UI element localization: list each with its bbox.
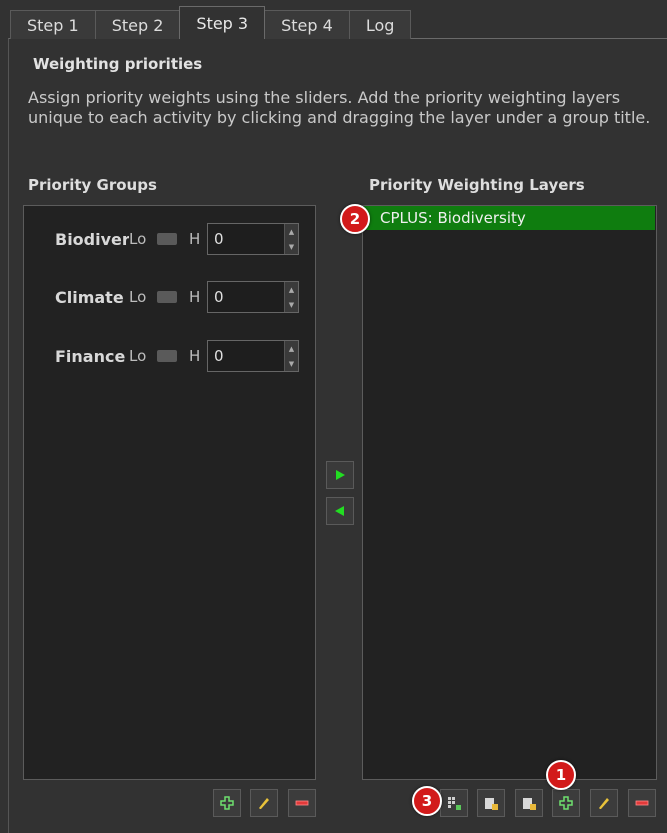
add-group-button[interactable] [213, 789, 241, 817]
spin-arrows[interactable]: ▲ ▼ [284, 282, 298, 312]
annotation-badge-1: 1 [546, 760, 576, 790]
annotation-badge-2: 2 [340, 204, 370, 234]
group-name: Finance [55, 346, 126, 366]
section-description: Assign priority weights using the slider… [28, 88, 651, 127]
layer-import-icon [485, 798, 498, 810]
tab-log[interactable]: Log [348, 10, 412, 39]
priority-group-row: Climate Lo H 0 ▲ ▼ [30, 281, 299, 313]
pencil-icon [599, 798, 609, 809]
add-icon [220, 796, 234, 810]
move-left-button[interactable] [326, 497, 354, 525]
weight-value: 0 [214, 288, 224, 306]
layer-item-selected[interactable]: CPLUS: Biodiversity [364, 206, 655, 230]
remove-layer-button[interactable] [628, 789, 656, 817]
tab-step-4[interactable]: Step 4 [264, 10, 350, 39]
tab-bar: Step 1 Step 2 Step 3 Step 4 Log [10, 6, 412, 39]
edit-group-button[interactable] [250, 789, 278, 817]
add-layer-button[interactable] [552, 789, 580, 817]
high-label: H [189, 230, 201, 248]
layer-export-icon [523, 798, 536, 810]
weight-value: 0 [214, 230, 224, 248]
priority-groups-title: Priority Groups [28, 176, 157, 194]
spin-arrows[interactable]: ▲ ▼ [284, 224, 298, 254]
green-right-arrow-icon [336, 470, 345, 480]
group-name: Biodiver [55, 229, 129, 249]
tab-step-2[interactable]: Step 2 [94, 10, 181, 39]
layer-tool-button-3[interactable] [515, 789, 543, 817]
add-icon [559, 796, 573, 810]
edit-layer-button[interactable] [590, 789, 618, 817]
section-title: Weighting priorities [33, 55, 203, 73]
annotation-badge-3: 3 [412, 786, 442, 816]
remove-icon [635, 800, 649, 806]
priority-group-row: Finance Lo H 0 ▲ ▼ [30, 340, 299, 372]
weight-slider[interactable] [157, 350, 177, 362]
tab-step-1[interactable]: Step 1 [10, 10, 96, 39]
tab-step-3[interactable]: Step 3 [179, 6, 266, 39]
spin-down-icon[interactable]: ▼ [285, 297, 298, 312]
spin-down-icon[interactable]: ▼ [285, 239, 298, 254]
grid-add-icon [448, 797, 461, 810]
layer-tool-button-1[interactable] [440, 789, 468, 817]
low-label: Lo [129, 347, 147, 365]
group-name: Climate [55, 287, 124, 307]
layer-tool-button-2[interactable] [477, 789, 505, 817]
spin-up-icon[interactable]: ▲ [285, 224, 298, 239]
high-label: H [189, 288, 201, 306]
priority-layers-list[interactable] [362, 205, 657, 780]
green-left-arrow-icon [335, 506, 344, 516]
low-label: Lo [129, 288, 147, 306]
weight-spinbox[interactable]: 0 ▲ ▼ [207, 281, 299, 313]
high-label: H [189, 347, 201, 365]
weight-spinbox[interactable]: 0 ▲ ▼ [207, 340, 299, 372]
weight-value: 0 [214, 347, 224, 365]
remove-icon [295, 800, 309, 806]
spin-up-icon[interactable]: ▲ [285, 282, 298, 297]
weight-slider[interactable] [157, 233, 177, 245]
priority-layers-title: Priority Weighting Layers [369, 176, 585, 194]
low-label: Lo [129, 230, 147, 248]
remove-group-button[interactable] [288, 789, 316, 817]
weight-slider[interactable] [157, 291, 177, 303]
weight-spinbox[interactable]: 0 ▲ ▼ [207, 223, 299, 255]
priority-group-row: Biodiver Lo H 0 ▲ ▼ [30, 223, 299, 255]
spin-up-icon[interactable]: ▲ [285, 341, 298, 356]
move-right-button[interactable] [326, 461, 354, 489]
pencil-icon [259, 798, 269, 809]
spin-arrows[interactable]: ▲ ▼ [284, 341, 298, 371]
spin-down-icon[interactable]: ▼ [285, 356, 298, 371]
